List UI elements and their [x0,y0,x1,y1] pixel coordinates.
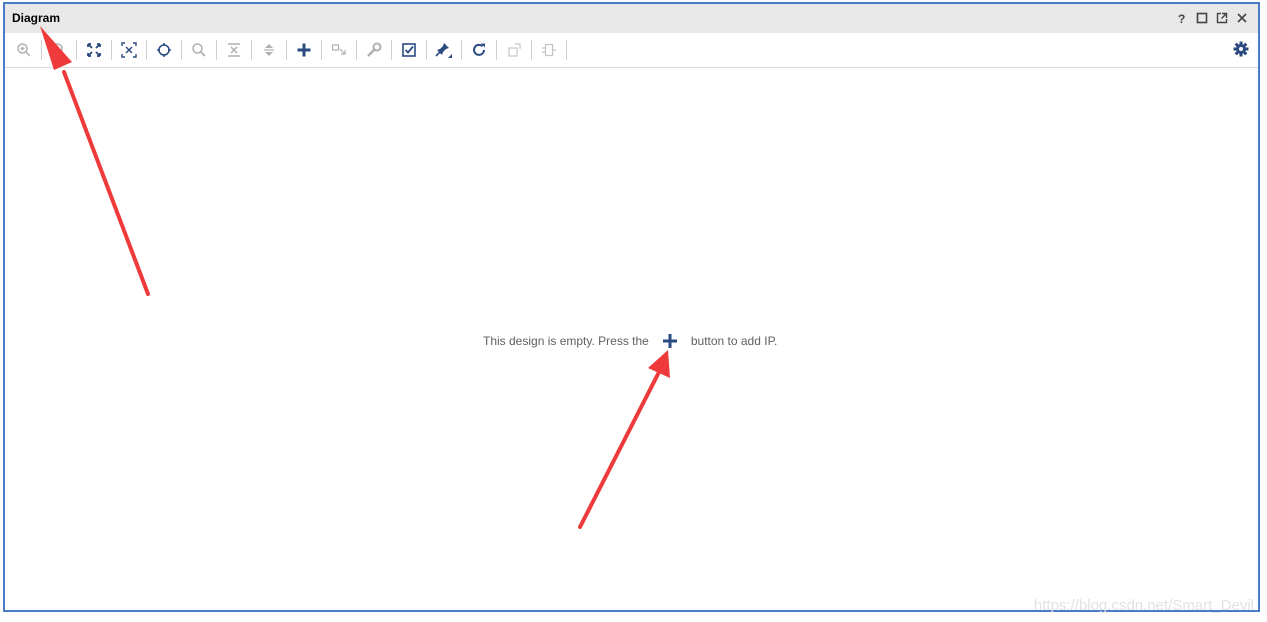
annotation-arrow-plus [578,350,670,529]
annotation-arrows [40,26,670,529]
annotation-arrow-title [40,26,150,296]
